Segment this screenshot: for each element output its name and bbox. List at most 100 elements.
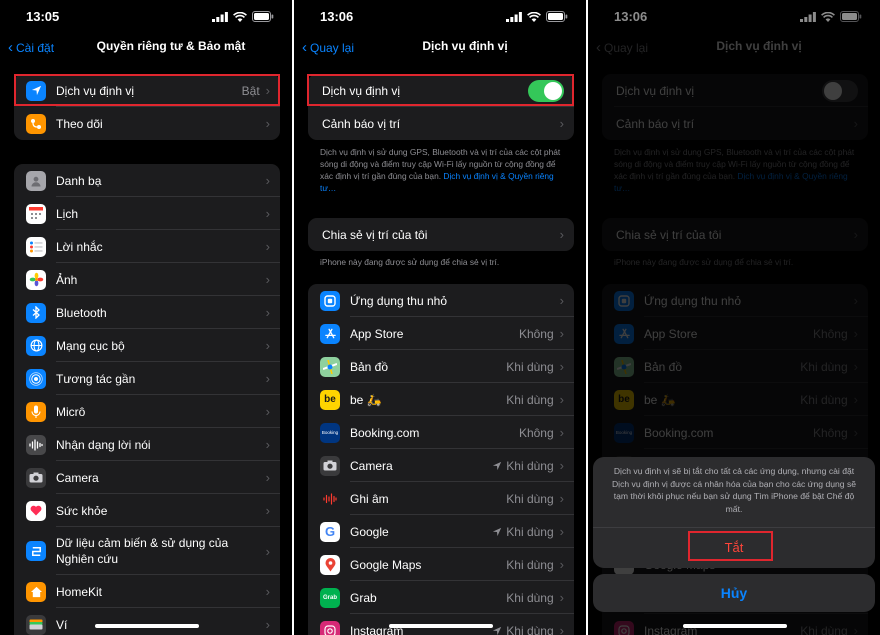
row-wallet[interactable]: Ví › (14, 608, 280, 635)
chevron-right-icon: › (265, 470, 270, 485)
row-value: Khi dùng (506, 392, 554, 407)
calendar-icon (26, 203, 46, 224)
status-time: 13:06 (320, 9, 354, 24)
status-bar: 13:05 (0, 9, 292, 25)
chevron-right-icon: › (265, 437, 270, 452)
row-label: Nhận dạng lời nói (56, 437, 151, 452)
chevron-right-icon: › (559, 359, 564, 374)
wifi-icon (233, 11, 247, 22)
maps-icon (320, 356, 340, 377)
row-share-my-location[interactable]: Chia sẻ vị trí của tôi › (308, 218, 574, 251)
chevron-right-icon: › (559, 524, 564, 539)
row-homekit[interactable]: HomeKit › (14, 575, 280, 608)
chevron-right-icon: › (265, 173, 270, 188)
row-speech-recognition[interactable]: Nhận dạng lời nói › (14, 428, 280, 461)
cancel-button[interactable]: Hủy (593, 574, 875, 612)
back-button[interactable]: ‹ Cài đặt (8, 39, 54, 56)
back-label: Cài đặt (16, 40, 55, 55)
row-nearby-interactions[interactable]: Tương tác gần › (14, 362, 280, 395)
row-maps[interactable]: Bản đồ Khi dùng › (308, 350, 574, 383)
row-voice-memos[interactable]: Ghi âm Khi dùng › (308, 482, 574, 515)
chevron-right-icon: › (265, 272, 270, 287)
tracking-icon (26, 113, 46, 134)
row-label: Lịch (56, 206, 79, 221)
chevron-right-icon: › (559, 227, 564, 242)
chevron-right-icon: › (265, 338, 270, 353)
row-research-sensor-data[interactable]: Dữ liệu cảm biến & sử dụng của Nghiên cứ… (14, 527, 280, 575)
screen-privacy-security: 13:05 ‹ Cài đặt Quyền riêng tư & Bảo mật… (0, 0, 292, 635)
row-value-with-arrow: Khi dùng (492, 525, 554, 539)
row-google-maps[interactable]: Google Maps Khi dùng › (308, 548, 574, 581)
row-photos[interactable]: Ảnh › (14, 263, 280, 296)
row-microphone[interactable]: Micrô › (14, 395, 280, 428)
row-google[interactable]: G Google Khi dùng › (308, 515, 574, 548)
row-value-with-arrow: Khi dùng (492, 623, 554, 635)
row-app-clips[interactable]: Ứng dụng thu nhỏ › (308, 284, 574, 317)
row-app-store[interactable]: App Store Không › (308, 317, 574, 350)
row-value-with-arrow: Khi dùng (492, 459, 554, 473)
row-calendar[interactable]: Lịch › (14, 197, 280, 230)
row-label: Micrô (56, 404, 86, 419)
research-icon (26, 541, 46, 561)
row-label: Camera (350, 458, 393, 473)
row-label: Sức khỏe (56, 503, 108, 518)
row-camera[interactable]: Camera Khi dùng › (308, 449, 574, 482)
row-label: HomeKit (56, 584, 103, 599)
row-local-network[interactable]: Mạng cục bộ › (14, 329, 280, 362)
row-grab[interactable]: Grab Grab Khi dùng › (308, 581, 574, 614)
back-label: Quay lại (310, 40, 355, 55)
row-label: Ứng dụng thu nhỏ (350, 293, 447, 308)
row-label: App Store (350, 326, 404, 341)
app-store-icon (320, 323, 340, 344)
row-label: be 🛵 (350, 392, 382, 407)
row-reminders[interactable]: Lời nhắc › (14, 230, 280, 263)
location-used-arrow-icon (493, 527, 502, 536)
wifi-icon (527, 11, 541, 22)
battery-icon (546, 11, 568, 22)
share-location-group: Chia sẻ vị trí của tôi › (308, 218, 574, 251)
row-value: Khi dùng (506, 557, 554, 572)
page-title: Dịch vụ định vị (422, 39, 508, 53)
reminders-icon (26, 236, 46, 257)
back-button[interactable]: ‹ Quay lại (302, 39, 354, 56)
health-heart-icon (26, 500, 46, 521)
nav-bar: ‹ Quay lại Dịch vụ định vị (294, 38, 586, 58)
chevron-right-icon: › (265, 617, 270, 632)
camera-icon (26, 467, 46, 488)
home-indicator (95, 624, 199, 628)
chevron-right-icon: › (265, 371, 270, 386)
row-location-alerts[interactable]: Cảnh báo vị trí › (308, 107, 574, 140)
row-be[interactable]: be be 🛵 Khi dùng › (308, 383, 574, 416)
voice-memos-icon (320, 488, 340, 509)
chevron-right-icon: › (265, 584, 270, 599)
chevron-right-icon: › (559, 491, 564, 506)
status-bar: 13:06 (294, 9, 586, 25)
row-value: Khi dùng (506, 491, 554, 506)
app-clips-icon (320, 290, 340, 311)
chevron-right-icon: › (265, 543, 270, 559)
chevron-right-icon: › (559, 116, 564, 131)
highlight-box (14, 74, 280, 106)
row-booking[interactable]: Booking Booking.com Không › (308, 416, 574, 449)
row-label: Cảnh báo vị trí (322, 116, 401, 131)
action-sheet-message: Dịch vụ định vị sẽ bị tắt cho tất cả các… (611, 466, 857, 514)
row-tracking[interactable]: Theo dõi › (14, 107, 280, 140)
row-contacts[interactable]: Danh bạ › (14, 164, 280, 197)
row-health[interactable]: Sức khỏe › (14, 494, 280, 527)
chevron-right-icon: › (559, 590, 564, 605)
home-indicator (683, 624, 787, 628)
row-bluetooth[interactable]: Bluetooth › (14, 296, 280, 329)
app-permissions-group: Danh bạ › Lịch › Lời nhắc › Ảnh › Blueto… (14, 164, 280, 635)
row-label: Danh bạ (56, 173, 102, 188)
row-label: Lời nhắc (56, 239, 103, 254)
row-value: Khi dùng (506, 359, 554, 374)
location-services-note: Dịch vụ định vị sử dụng GPS, Bluetooth v… (320, 146, 564, 194)
status-time: 13:05 (26, 9, 60, 24)
row-value: Khi dùng (506, 623, 554, 635)
row-label: Ảnh (56, 272, 78, 287)
chevron-right-icon: › (559, 458, 564, 473)
row-value: Không (518, 425, 554, 440)
chevron-right-icon: › (265, 206, 270, 221)
row-camera[interactable]: Camera › (14, 461, 280, 494)
share-location-note: iPhone này đang được sử dụng để chia sẻ … (320, 257, 500, 267)
